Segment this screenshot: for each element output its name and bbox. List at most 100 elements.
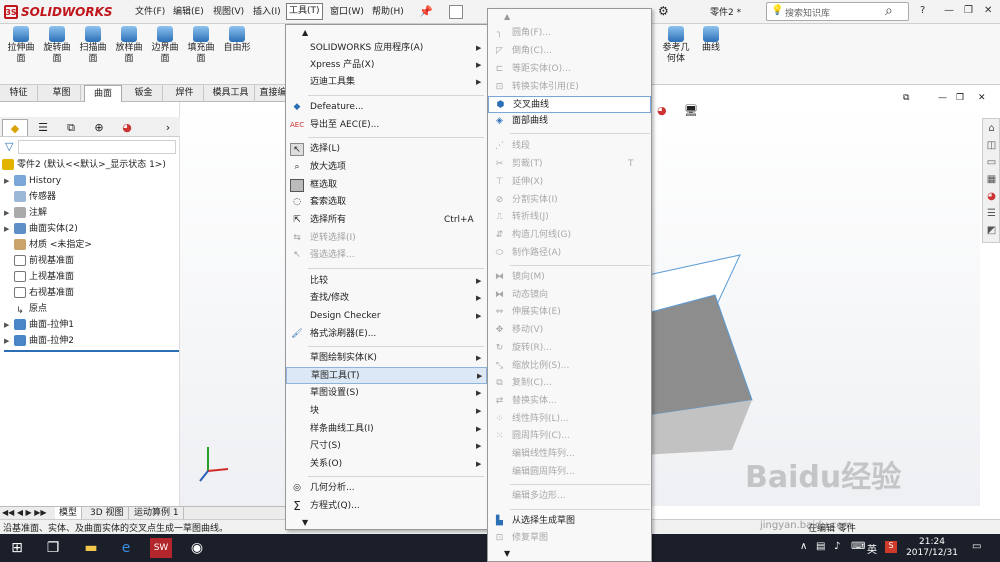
menu-item-select-all[interactable]: ⇱ 选择所有 Ctrl+A <box>286 212 487 229</box>
resources-icon[interactable]: ◫ <box>985 139 998 152</box>
scroll-up-icon[interactable]: ▲ <box>302 28 308 37</box>
appearance-pane-icon[interactable]: ◕ <box>985 190 998 203</box>
tree-root[interactable]: 零件2 (默认<<默认>_显示状态 1>) <box>2 157 166 173</box>
expand-arrow-icon[interactable]: ▶ <box>4 205 14 221</box>
new-document-icon[interactable] <box>449 5 463 19</box>
submenu-item-offset[interactable]: ⊏ 等距实体(O)... <box>488 61 651 78</box>
tab-mold-tools[interactable]: 模具工具 <box>207 85 255 102</box>
expand-arrow-icon[interactable]: ▶ <box>4 173 14 189</box>
tab-sketch[interactable]: 草图 <box>43 85 81 102</box>
close-icon[interactable]: ✕ <box>984 5 992 16</box>
submenu-item-circular-pattern[interactable]: ⁙ 圆周阵列(C)... <box>488 428 651 445</box>
tree-item-right-plane[interactable]: 右视基准面 <box>4 285 74 301</box>
boundary-surface-button[interactable]: 边界曲面 <box>150 26 180 84</box>
tab-nav-icon[interactable]: ◀◀ ◀ ▶ ▶▶ <box>2 508 47 517</box>
loft-surface-button[interactable]: 放样曲面 <box>114 26 144 84</box>
menu-item-select[interactable]: ↖ 选择(L) <box>286 141 487 158</box>
network-icon[interactable]: ▤ <box>816 541 825 552</box>
submenu-item-scale[interactable]: ⤡ 缩放比例(S)... <box>488 358 651 375</box>
submenu-item-extend[interactable]: ⊤ 延伸(X) <box>488 174 651 191</box>
folder-icon[interactable]: ▭ <box>985 156 998 169</box>
submenu-item-replace[interactable]: ⇄ 替换实体... <box>488 393 651 410</box>
tab-weldments[interactable]: 焊件 <box>166 85 204 102</box>
sweep-surface-button[interactable]: 扫描曲面 <box>78 26 108 84</box>
menu-item-invert-select[interactable]: ⇆ 逆转选择(I) <box>286 230 487 247</box>
file-explorer-icon[interactable]: ▬ <box>80 538 102 558</box>
scroll-down-icon[interactable]: ▼ <box>504 549 510 558</box>
viewport-maximize-icon[interactable]: ❐ <box>956 93 964 103</box>
menu-item-magnify[interactable]: ⌕ 放大选项 <box>286 159 487 176</box>
submenu-item-move[interactable]: ✥ 移动(V) <box>488 322 651 339</box>
menu-item-compare[interactable]: 比较 ▶ <box>286 273 487 290</box>
tree-item-material[interactable]: 材质 <未指定> <box>4 237 92 253</box>
volume-icon[interactable]: ♪ <box>834 541 840 552</box>
menu-insert[interactable]: 插入(I) <box>251 5 283 19</box>
search-icon[interactable]: ⌕ <box>885 3 893 19</box>
expand-arrow-icon[interactable]: ▶ <box>4 333 14 349</box>
submenu-item-chamfer[interactable]: ◸ 倒角(C)... <box>488 43 651 60</box>
clock[interactable]: 21:24 2017/12/31 <box>902 537 962 559</box>
scroll-down-icon[interactable]: ▼ <box>302 518 308 527</box>
menu-edit[interactable]: 编辑(E) <box>171 5 206 19</box>
submenu-item-edit-linear-pattern[interactable]: 编辑线性阵列... <box>488 446 651 463</box>
property-manager-tab[interactable]: ☰ <box>30 119 56 136</box>
menu-item-geometry-analysis[interactable]: ◎ 几何分析... <box>286 480 487 497</box>
menu-item-lasso-select[interactable]: ◌ 套索选取 <box>286 194 487 211</box>
submenu-item-fillet[interactable]: ╮ 圆角(F)... <box>488 25 651 42</box>
menu-item-export-aec[interactable]: AEC 导出至 AEC(E)... <box>286 117 487 134</box>
viewport-restore-icon[interactable]: ⧉ <box>903 93 909 103</box>
ime-indicator[interactable]: 英 <box>867 541 877 556</box>
tree-item-top-plane[interactable]: 上视基准面 <box>4 269 74 285</box>
menu-item-format-painter[interactable]: 🖌 格式涂刷器(E)... <box>286 326 487 343</box>
submenu-item-sketch-from-selection[interactable]: ▙ 从选择生成草图 <box>488 513 651 530</box>
pin-icon[interactable]: 📌 <box>419 5 433 18</box>
menu-item-sketch-settings[interactable]: 草图设置(S) ▶ <box>286 385 487 402</box>
tree-item-surface-extrude-1[interactable]: ▶ 曲面-拉伸1 <box>4 317 74 333</box>
menu-item-force-select[interactable]: ↖ 强选选择... <box>286 247 487 264</box>
menu-item-maidi-tools[interactable]: 迈迪工具集 ▶ <box>286 74 487 91</box>
fill-surface-button[interactable]: 填充曲面 <box>186 26 216 84</box>
home-icon[interactable]: ⌂ <box>985 122 998 135</box>
help-icon[interactable]: ? <box>920 5 925 16</box>
appearance-icon[interactable]: ◕ <box>657 104 667 117</box>
submenu-item-construction[interactable]: ⇵ 构造几何线(G) <box>488 227 651 244</box>
tree-item-origin[interactable]: ↳ 原点 <box>4 301 47 317</box>
menu-item-relations[interactable]: 关系(O) ▶ <box>286 456 487 473</box>
viewport-minimize-icon[interactable]: — <box>938 93 947 103</box>
tree-item-history[interactable]: ▶ History <box>4 173 61 189</box>
sogou-icon[interactable]: S <box>885 541 897 553</box>
notifications-icon[interactable]: ▭ <box>972 541 981 552</box>
windows-start-icon[interactable]: ⊞ <box>6 538 28 558</box>
edge-icon[interactable]: e <box>115 538 137 558</box>
menu-window[interactable]: 窗口(W) <box>328 5 366 19</box>
submenu-item-split[interactable]: ⊘ 分割实体(I) <box>488 192 651 209</box>
menu-item-equations[interactable]: Σ 方程式(Q)... <box>286 498 487 515</box>
submenu-item-trim[interactable]: ✂ 剪裁(T) T <box>488 156 651 173</box>
tray-arrow-icon[interactable]: ∧ <box>800 541 807 552</box>
submenu-item-intersection-curve[interactable]: ⬢ 交叉曲线 <box>488 96 651 113</box>
menu-view[interactable]: 视图(V) <box>211 5 246 19</box>
menu-item-design-checker[interactable]: Design Checker ▶ <box>286 308 487 325</box>
panel-scroll-right[interactable]: › <box>160 119 176 136</box>
curves-button[interactable]: 曲线 <box>696 26 726 84</box>
scroll-up-icon[interactable]: ▲ <box>504 12 510 21</box>
feature-manager-tab[interactable]: ◆ <box>2 119 28 136</box>
submenu-item-mirror[interactable]: ⧓ 镜向(M) <box>488 269 651 286</box>
app-taskbar-icon[interactable]: ◉ <box>186 538 208 558</box>
menu-item-sketch-tools[interactable]: 草图工具(T) ▶ <box>286 367 487 384</box>
viewport-close-icon[interactable]: ✕ <box>978 93 986 103</box>
menu-item-xpress[interactable]: Xpress 产品(X) ▶ <box>286 57 487 74</box>
filter-icon[interactable]: ▽ <box>5 140 13 153</box>
menu-item-dimensions[interactable]: 尺寸(S) ▶ <box>286 438 487 455</box>
keyboard-icon[interactable]: ⌨ <box>851 541 865 552</box>
submenu-item-face-curves[interactable]: ◈ 面部曲线 <box>488 113 651 130</box>
submenu-item-rotate[interactable]: ↻ 旋转(R)... <box>488 340 651 357</box>
configuration-manager-tab[interactable]: ⧉ <box>58 119 84 136</box>
search-box[interactable]: 💡 搜索知识库 ⌕ <box>766 2 909 21</box>
custom-properties-icon[interactable]: ☰ <box>985 207 998 220</box>
display-icon[interactable]: 🖥 <box>684 104 698 117</box>
menu-item-box-select[interactable]: 框选取 <box>286 177 487 194</box>
submenu-item-segment[interactable]: ⋰ 线段 <box>488 138 651 155</box>
menu-help[interactable]: 帮助(H) <box>370 5 406 19</box>
tree-item-sensors[interactable]: 传感器 <box>4 189 56 205</box>
